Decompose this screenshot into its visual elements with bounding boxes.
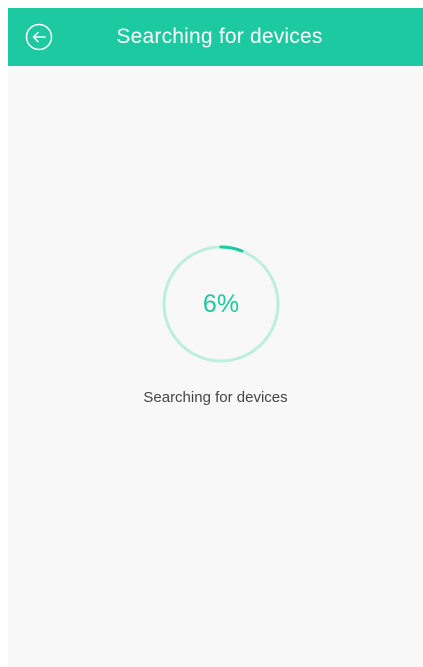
page-title: Searching for devices — [116, 25, 323, 48]
progress-percent-label: 6% — [202, 289, 240, 318]
app-screen: Searching for devices 6% Searching for d… — [8, 8, 423, 667]
arrow-left-circle-icon — [25, 23, 53, 51]
status-message: Searching for devices — [143, 389, 288, 406]
app-bar: Searching for devices — [8, 8, 423, 66]
progress-ring: 6% — [161, 244, 281, 364]
back-button[interactable] — [25, 23, 53, 51]
